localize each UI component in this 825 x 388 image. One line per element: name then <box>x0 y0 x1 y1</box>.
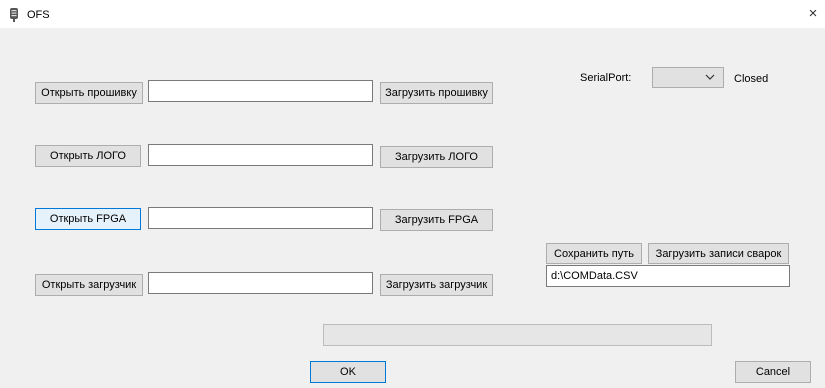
serial-port-label: SerialPort: <box>580 72 632 84</box>
app-icon <box>10 8 18 22</box>
firmware-path-input[interactable] <box>148 80 373 102</box>
bootloader-path-input[interactable] <box>148 272 373 294</box>
serial-status-label: Closed <box>734 73 769 85</box>
load-firmware-button[interactable]: Загрузить прошивку <box>380 82 493 104</box>
save-path-button[interactable]: Сохранить путь <box>546 243 642 264</box>
open-firmware-button[interactable]: Открыть прошивку <box>35 82 143 104</box>
load-weld-records-button[interactable]: Загрузить записи сварок <box>648 243 789 264</box>
title-bar: OFS × <box>0 0 825 28</box>
progress-bar <box>323 324 712 346</box>
open-bootloader-button[interactable]: Открыть загрузчик <box>35 274 143 296</box>
open-logo-button[interactable]: Открыть ЛОГО <box>35 145 141 167</box>
serial-port-select[interactable] <box>652 67 724 88</box>
load-logo-button[interactable]: Загрузить ЛОГО <box>380 146 493 168</box>
records-path-input[interactable] <box>546 265 790 287</box>
fpga-path-input[interactable] <box>148 207 373 229</box>
logo-path-input[interactable] <box>148 144 373 166</box>
close-icon[interactable]: × <box>805 6 821 22</box>
cancel-button[interactable]: Cancel <box>735 361 811 383</box>
chevron-down-icon <box>705 74 715 80</box>
window-title: OFS <box>27 9 50 21</box>
load-fpga-button[interactable]: Загрузить FPGA <box>380 209 493 231</box>
ok-button[interactable]: OK <box>310 361 386 383</box>
open-fpga-button[interactable]: Открыть FPGA <box>35 208 141 230</box>
load-bootloader-button[interactable]: Загрузить загрузчик <box>380 274 493 296</box>
